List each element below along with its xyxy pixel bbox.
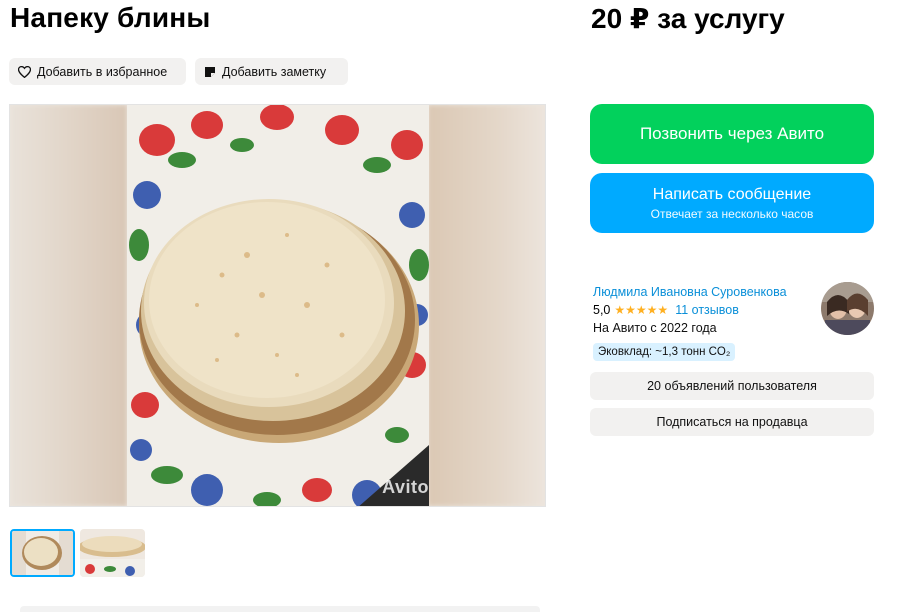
content-divider — [20, 606, 540, 612]
add-to-favorites-button[interactable]: Добавить в избранное — [9, 58, 186, 85]
rating-value: 5,0 — [593, 303, 611, 317]
seller-avatar[interactable] — [821, 282, 874, 335]
add-to-favorites-label: Добавить в избранное — [37, 64, 168, 79]
main-photo[interactable]: Avito — [127, 105, 429, 506]
seller-name-link[interactable]: Людмила Ивановна Суровенкова — [593, 285, 787, 299]
avito-watermark: Avito — [382, 477, 429, 497]
thumbnail-2-image — [80, 529, 145, 577]
listing-title: Напеку блины — [10, 2, 211, 33]
send-message-button[interactable]: Написать сообщение Отвечает за несколько… — [590, 173, 874, 233]
subscribe-seller-button[interactable]: Подписаться на продавца — [590, 408, 874, 436]
add-note-label: Добавить заметку — [222, 64, 327, 79]
rating-stars-icon: ★★★★★ — [614, 303, 669, 317]
seller-listings-button[interactable]: 20 объявлений пользователя — [590, 372, 874, 400]
gallery-thumbnail-2[interactable] — [80, 529, 145, 577]
eco-badge[interactable]: Эковклад: ~1,3 тонн CO₂ — [593, 343, 736, 361]
message-button-label: Написать сообщение — [652, 185, 812, 203]
gallery-thumbnail-1[interactable] — [10, 529, 75, 577]
call-button-label: Позвонить через Авито — [639, 124, 825, 143]
thumbnail-1-image — [12, 531, 73, 575]
heart-icon — [18, 65, 31, 78]
photo-gallery[interactable]: Avito — [9, 104, 546, 507]
reviews-link[interactable]: 11 отзывов — [675, 303, 739, 317]
note-icon — [204, 66, 216, 78]
seller-rating: 5,0 ★★★★★ 11 отзывов — [593, 303, 739, 317]
message-button-sublabel: Отвечает за несколько часов — [650, 206, 814, 221]
gallery-blur-right — [428, 105, 545, 506]
add-note-button[interactable]: Добавить заметку — [195, 58, 348, 85]
gallery-blur-left — [10, 105, 127, 506]
seller-since: На Авито с 2022 года — [593, 321, 717, 335]
call-via-avito-button[interactable]: Позвонить через Авито — [590, 104, 874, 164]
avatar-image — [821, 282, 874, 335]
pancake-photo — [127, 105, 429, 506]
listing-price: 20 ₽ за услугу — [591, 3, 785, 34]
